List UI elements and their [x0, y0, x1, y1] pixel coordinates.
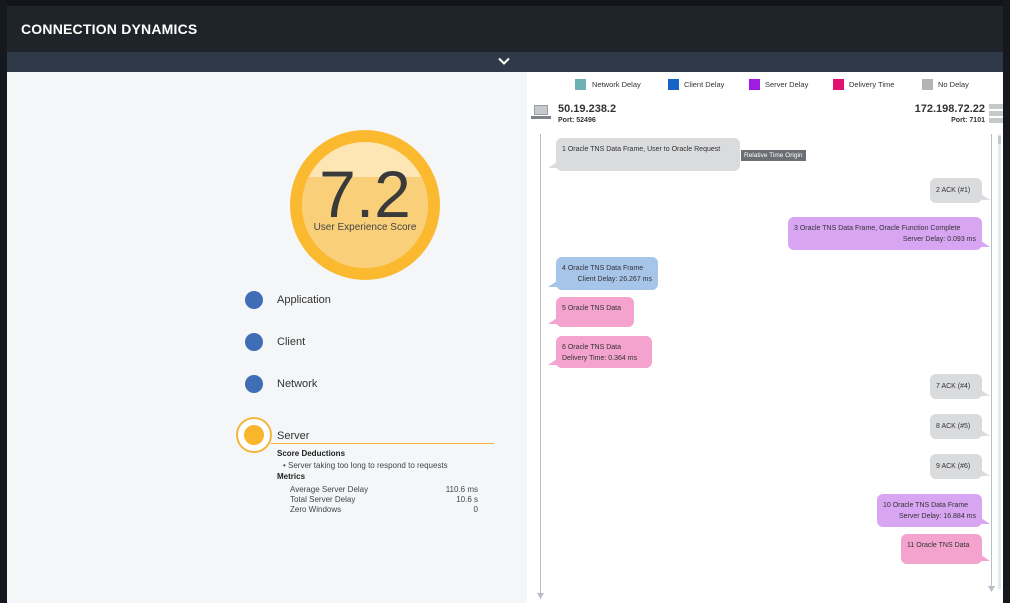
metric-row: Average Server Delay 110.6 ms: [290, 485, 478, 494]
packet-bubble[interactable]: 6 Oracle TNS Data Delivery Time: 0.364 m…: [548, 336, 652, 368]
server-timeline: [991, 134, 992, 589]
metrics-title: Metrics: [277, 472, 306, 481]
packet-delay: Server Delay: 16.884 ms: [898, 513, 976, 520]
legend-client-delay: Client Delay: [684, 80, 725, 89]
score-deductions-title: Score Deductions: [277, 449, 346, 458]
server-port: Port: 7101: [951, 117, 985, 124]
chevron-down-icon: [498, 57, 510, 65]
score-label: User Experience Score: [313, 222, 417, 233]
packet-label: 3 Oracle TNS Data Frame, Oracle Function…: [794, 225, 961, 232]
category-network[interactable]: Network: [245, 373, 505, 397]
legend-swatch: [749, 79, 760, 90]
packet-label: 2 ACK (#1): [936, 187, 971, 194]
category-indicator: [245, 291, 263, 309]
packet-label: 4 Oracle TNS Data Frame: [562, 265, 644, 272]
category-server[interactable]: [236, 417, 272, 453]
packet-bubble[interactable]: 2 ACK (#1): [930, 178, 990, 203]
packet-bubble[interactable]: 1 Oracle TNS Data Frame, User to Oracle …: [548, 138, 740, 171]
category-indicator: [245, 333, 263, 351]
arrow-down-icon: [988, 586, 995, 592]
scrollbar[interactable]: [998, 134, 1001, 589]
packet-bubble[interactable]: 4 Oracle TNS Data Frame Client Delay: 26…: [548, 257, 658, 290]
metric-value: 110.6 ms: [445, 485, 478, 494]
category-indicator: [244, 425, 264, 445]
legend-swatch: [922, 79, 933, 90]
packet-bubble[interactable]: 10 Oracle TNS Data Frame Server Delay: 1…: [877, 494, 990, 527]
score-panel: 7.2 User Experience Score Application Cl…: [7, 72, 527, 603]
packet-label: 7 ACK (#4): [936, 383, 971, 390]
connection-ladder: Network Delay Client Delay Server Delay …: [527, 72, 1003, 603]
packet-label: 8 ACK (#5): [936, 423, 971, 430]
legend-swatch: [575, 79, 586, 90]
packet-label: 6 Oracle TNS Data: [562, 344, 622, 351]
legend-swatch: [833, 79, 844, 90]
packet-bubble[interactable]: 8 ACK (#5): [930, 414, 990, 439]
category-indicator: [245, 375, 263, 393]
packet-label: 11 Oracle TNS Data: [907, 542, 970, 549]
server-ip: 172.198.72.22: [914, 103, 985, 115]
packet-delay: Server Delay: 0.093 ms: [902, 236, 976, 243]
packet-delay: Client Delay: 26.267 ms: [577, 276, 652, 283]
client-timeline: [540, 134, 541, 599]
packet-bubble[interactable]: 5 Oracle TNS Data: [548, 297, 634, 327]
category-application[interactable]: Application: [245, 289, 505, 313]
legend-network-delay: Network Delay: [592, 80, 641, 89]
metric-name: Total Server Delay: [290, 495, 356, 504]
deduction-item: • Server taking too long to respond to r…: [283, 461, 448, 470]
packet-label: 9 ACK (#6): [936, 463, 971, 470]
collapse-toggle[interactable]: [7, 52, 1003, 72]
arrow-down-icon: [537, 593, 544, 599]
packet-bubble[interactable]: 11 Oracle TNS Data: [901, 534, 990, 564]
server-label[interactable]: Server: [277, 430, 309, 442]
score-gauge-inner: 7.2 User Experience Score: [302, 142, 428, 268]
packet-label: 5 Oracle TNS Data: [562, 305, 622, 312]
client-port: Port: 52496: [558, 117, 596, 124]
packet-bubble[interactable]: 9 ACK (#6): [930, 454, 990, 479]
legend-swatch: [668, 79, 679, 90]
legend-server-delay: Server Delay: [765, 80, 809, 89]
client-ip: 50.19.238.2: [558, 103, 617, 115]
relative-time-origin-tag: Relative Time Origin: [741, 150, 806, 161]
divider: [271, 443, 494, 444]
score-gauge: 7.2 User Experience Score: [290, 130, 440, 280]
category-label: Client: [277, 336, 306, 348]
packet-label: 10 Oracle TNS Data Frame: [883, 502, 969, 509]
scrollbar-thumb[interactable]: [998, 136, 1001, 144]
packet-delay: Delivery Time: 0.364 ms: [562, 355, 638, 362]
metric-row: Total Server Delay 10.6 s: [290, 495, 478, 504]
metric-value: 10.6 s: [456, 495, 478, 504]
page-header: CONNECTION DYNAMICS: [7, 0, 1003, 52]
packet-label: 1 Oracle TNS Data Frame, User to Oracle …: [562, 146, 721, 153]
category-label: Application: [277, 294, 331, 306]
category-client[interactable]: Client: [245, 331, 505, 355]
metric-name: Average Server Delay: [290, 485, 369, 494]
laptop-icon: [531, 105, 551, 119]
metric-value: 0: [473, 505, 478, 514]
packet-bubble[interactable]: 7 ACK (#4): [930, 374, 990, 399]
legend-delivery-time: Delivery Time: [849, 80, 895, 89]
page-title: CONNECTION DYNAMICS: [21, 21, 198, 37]
metric-row: Zero Windows 0: [290, 505, 478, 514]
category-label: Network: [277, 378, 318, 390]
packet-bubble[interactable]: 3 Oracle TNS Data Frame, Oracle Function…: [788, 217, 990, 250]
metric-name: Zero Windows: [290, 505, 342, 514]
server-rack-icon: [989, 104, 1003, 123]
legend-no-delay: No Delay: [938, 80, 969, 89]
